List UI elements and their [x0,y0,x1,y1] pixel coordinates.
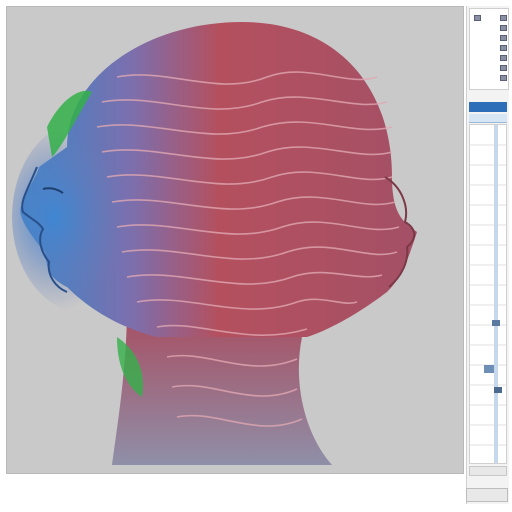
side-panel [466,6,509,504]
tool-button-1[interactable] [500,15,507,21]
panel-statusbar [469,466,507,476]
tool-button-6[interactable] [500,65,507,71]
tool-button-7[interactable] [500,75,507,81]
tool-button-5[interactable] [500,55,507,61]
head-model-render [12,22,418,465]
bottom-toolbar[interactable] [466,488,508,502]
toolbox [469,8,509,90]
app-window [0,0,512,512]
tool-button-4[interactable] [500,45,507,51]
panel-subheader [469,114,507,123]
layer-list-rows [470,125,506,463]
layer-list[interactable] [469,124,507,464]
tool-button-8[interactable] [474,15,481,21]
tool-button-2[interactable] [500,25,507,31]
tool-button-3[interactable] [500,35,507,41]
panel-header [469,102,507,112]
3d-viewport[interactable] [6,6,464,474]
